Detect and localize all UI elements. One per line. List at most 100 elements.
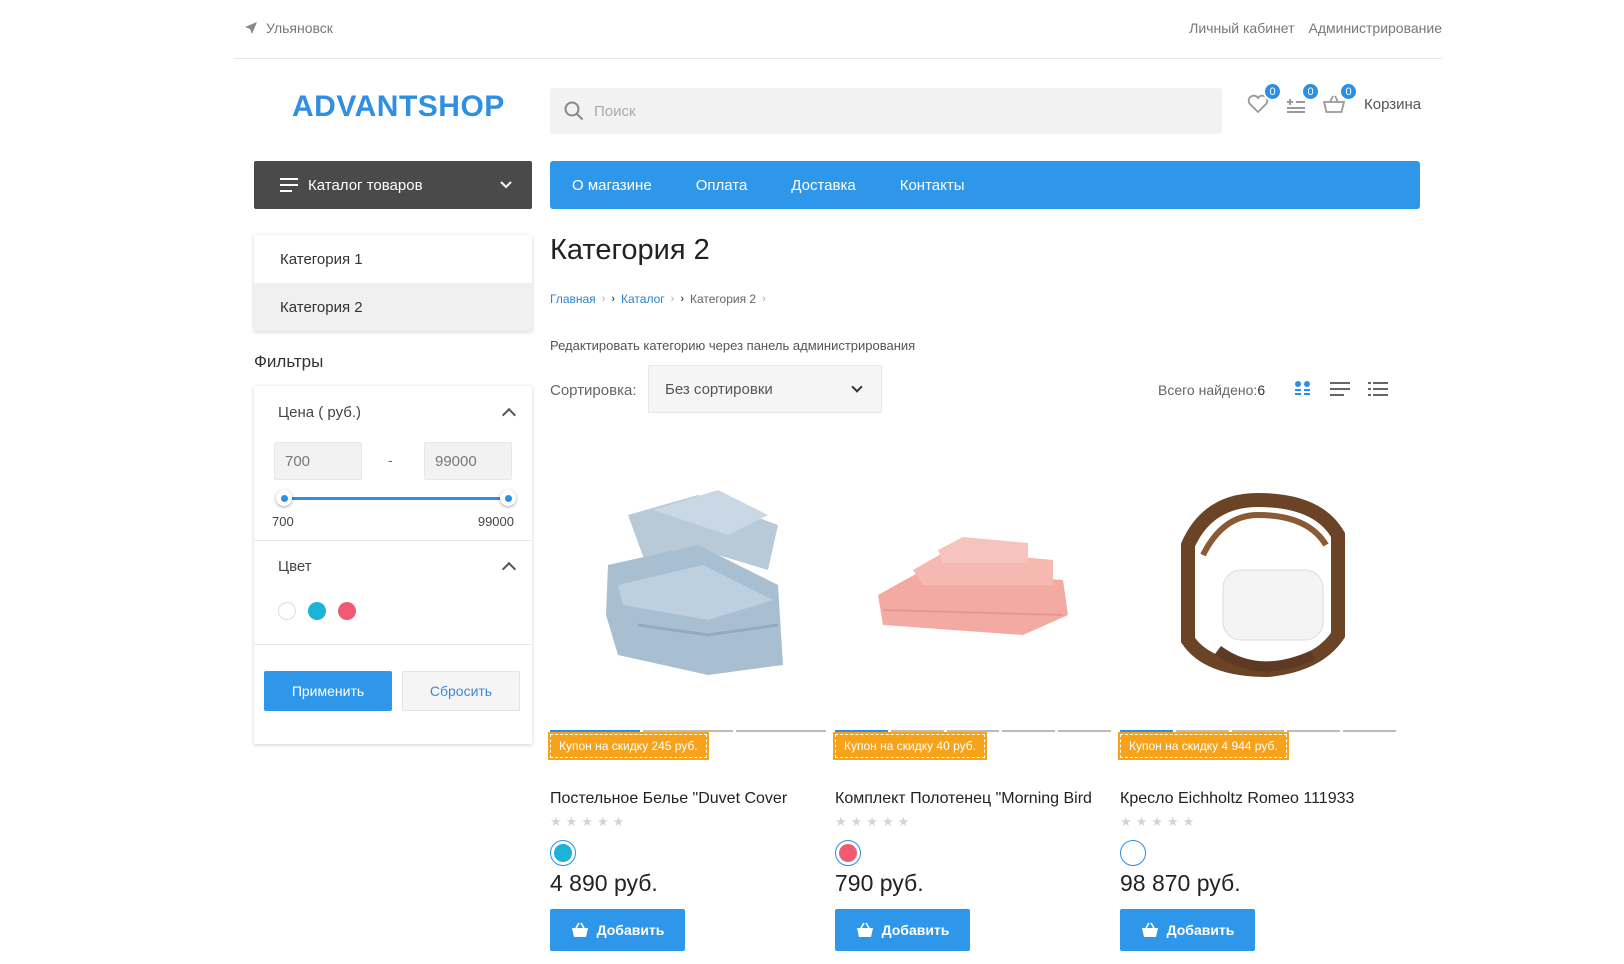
product-image[interactable] xyxy=(835,440,1111,730)
add-to-cart-button[interactable]: Добавить xyxy=(1120,909,1255,951)
city-selector[interactable]: Ульяновск xyxy=(244,20,333,36)
search-bar xyxy=(550,88,1222,134)
chevron-right-icon: › xyxy=(670,293,675,305)
pager-bar[interactable] xyxy=(736,730,826,732)
coupon-badge: Купон на скидку 4 944 руб. xyxy=(1118,732,1289,760)
category-item[interactable]: Категория 1 xyxy=(254,235,532,283)
account-link[interactable]: Личный кабинет xyxy=(1189,20,1294,36)
divider xyxy=(254,644,532,645)
add-to-cart-button[interactable]: Добавить xyxy=(550,909,685,951)
city-label: Ульяновск xyxy=(266,20,333,36)
image-pager xyxy=(550,730,826,732)
add-to-cart-button[interactable]: Добавить xyxy=(835,909,970,951)
pager-bar[interactable] xyxy=(1343,730,1396,732)
color-dot xyxy=(839,844,857,862)
color-swatch-white[interactable] xyxy=(278,602,296,620)
product-name[interactable]: Кресло Eichholtz Romeo 111933 xyxy=(1120,790,1396,808)
wishlist-button[interactable]: 0 xyxy=(1246,82,1282,116)
wishlist-count-badge: 0 xyxy=(1263,82,1282,101)
product-color-swatch[interactable] xyxy=(835,840,861,866)
filters-title: Фильтры xyxy=(254,352,324,371)
category-item-active[interactable]: Категория 2 xyxy=(254,283,532,331)
reset-filters-button[interactable]: Сбросить xyxy=(402,671,520,711)
price-slider-min-handle[interactable] xyxy=(276,490,292,506)
chevron-right-icon: › xyxy=(762,293,766,305)
category-list: Категория 1 Категория 2 xyxy=(254,235,532,331)
price-filter-title[interactable]: Цена ( руб.) xyxy=(278,404,361,421)
product-color-swatch[interactable] xyxy=(1120,840,1146,866)
pager-bar[interactable] xyxy=(1287,730,1341,732)
color-swatch-cyan[interactable] xyxy=(308,602,326,620)
product-card: Купон на скидку 245 руб. Постельное Бель… xyxy=(548,440,826,951)
nav-item-about[interactable]: О магазине xyxy=(572,177,652,194)
header-icons: 0 0 0 Корзина xyxy=(1246,82,1421,116)
add-to-cart-label: Добавить xyxy=(1166,922,1235,938)
admin-link[interactable]: Администрирование xyxy=(1309,20,1443,36)
edit-category-link[interactable]: Редактировать категорию через панель адм… xyxy=(550,338,915,353)
grid-view-icon[interactable] xyxy=(1294,380,1312,398)
pager-bar[interactable] xyxy=(1058,730,1111,732)
image-pager xyxy=(1120,730,1396,732)
cart-label[interactable]: Корзина xyxy=(1364,96,1421,113)
color-swatch-pink[interactable] xyxy=(338,602,356,620)
search-input[interactable] xyxy=(594,102,1194,120)
pager-bar[interactable] xyxy=(1175,730,1229,732)
pager-bar[interactable] xyxy=(1002,730,1056,732)
catalog-menu-button[interactable]: Каталог товаров xyxy=(254,161,532,209)
page-title: Категория 2 xyxy=(550,234,710,266)
breadcrumb-home[interactable]: Главная xyxy=(550,292,596,306)
found-number: 6 xyxy=(1257,382,1266,398)
product-color-swatch[interactable] xyxy=(550,840,576,866)
view-switcher xyxy=(1294,380,1388,398)
cart-count-badge: 0 xyxy=(1339,82,1358,101)
apply-filters-button[interactable]: Применить xyxy=(264,671,392,711)
chevron-up-icon[interactable] xyxy=(501,407,517,423)
product-price: 98 870 руб. xyxy=(1120,870,1241,896)
product-name[interactable]: Комплект Полотенец "Morning Bird xyxy=(835,790,1111,808)
nav-item-delivery[interactable]: Доставка xyxy=(791,177,855,194)
armchair-image-icon xyxy=(1181,492,1345,678)
pager-bar[interactable] xyxy=(890,730,944,732)
list-view-icon[interactable] xyxy=(1330,382,1350,396)
rating-stars[interactable]: ★★★★★ xyxy=(1120,814,1396,830)
chevron-right-icon: › xyxy=(601,293,606,305)
color-filter-title[interactable]: Цвет xyxy=(278,558,312,575)
product-name[interactable]: Постельное Белье "Duvet Cover xyxy=(550,790,826,808)
pager-bar[interactable] xyxy=(550,730,640,732)
search-icon[interactable] xyxy=(564,101,584,121)
price-from-input[interactable] xyxy=(274,442,362,480)
breadcrumb: Главная › › Каталог › › Категория 2 › xyxy=(550,292,766,306)
price-slider-max-handle[interactable] xyxy=(500,490,516,506)
cart-button[interactable]: 0 xyxy=(1322,82,1358,116)
price-to-input[interactable] xyxy=(424,442,512,480)
pager-bar[interactable] xyxy=(946,730,1000,732)
rating-stars[interactable]: ★★★★★ xyxy=(550,814,826,830)
nav-item-payment[interactable]: Оплата xyxy=(696,177,748,194)
basket-icon xyxy=(571,922,588,937)
breadcrumb-current: Категория 2 xyxy=(690,292,757,306)
product-image[interactable] xyxy=(1120,440,1396,730)
pager-bar[interactable] xyxy=(835,730,888,732)
sort-select[interactable]: Без сортировки xyxy=(648,365,882,413)
product-image[interactable] xyxy=(550,440,826,730)
pager-bar[interactable] xyxy=(1231,730,1285,732)
pager-bar[interactable] xyxy=(1120,730,1173,732)
main-nav: О магазине Оплата Доставка Контакты xyxy=(550,161,1420,209)
towels-image-icon xyxy=(878,537,1068,635)
nav-item-contacts[interactable]: Контакты xyxy=(900,177,965,194)
rating-stars[interactable]: ★★★★★ xyxy=(835,814,1111,830)
breadcrumb-catalog[interactable]: Каталог xyxy=(621,292,665,306)
pager-bar[interactable] xyxy=(643,730,733,732)
divider xyxy=(234,58,1442,59)
top-links: Личный кабинет Администрирование xyxy=(1189,20,1442,36)
logo[interactable]: ADVANTSHOP xyxy=(292,90,505,124)
chevron-up-icon[interactable] xyxy=(501,561,517,577)
price-slider-track[interactable] xyxy=(284,497,508,500)
table-view-icon[interactable] xyxy=(1368,382,1388,396)
color-dot xyxy=(554,844,572,862)
price-min-label: 700 xyxy=(272,514,294,529)
compare-button[interactable]: 0 xyxy=(1284,82,1320,116)
price-max-label: 99000 xyxy=(477,514,514,529)
product-card: Купон на скидку 4 944 руб. Кресло Eichho… xyxy=(1118,440,1396,951)
catalog-menu-label: Каталог товаров xyxy=(308,176,423,194)
